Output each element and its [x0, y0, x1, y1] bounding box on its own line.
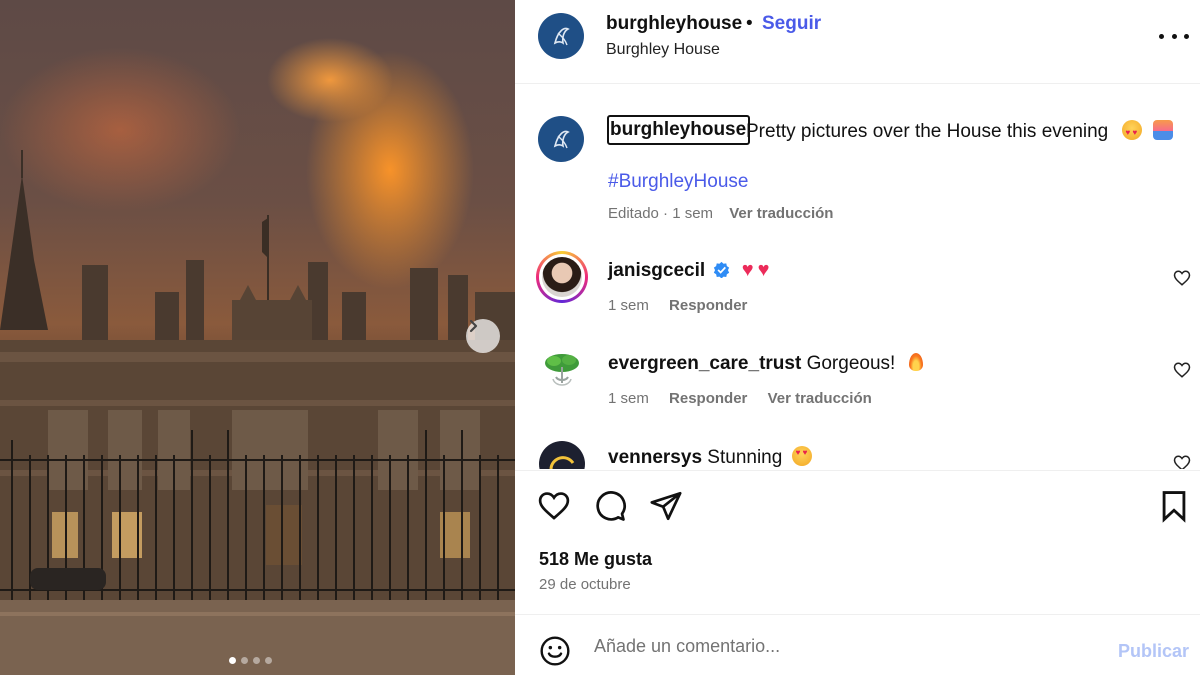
emoji-picker-icon[interactable]	[539, 635, 571, 667]
tree-logo-icon	[545, 354, 579, 386]
likes-count[interactable]: 518 Me gusta	[539, 549, 652, 570]
author-username[interactable]: burghleyhouse	[606, 13, 742, 35]
carousel-indicator	[229, 657, 272, 664]
burghley-logo-icon	[553, 130, 570, 149]
action-bar: 518 Me gusta 29 de octubre	[515, 470, 1200, 615]
author-avatar[interactable]	[538, 13, 584, 59]
fire-emoji-icon	[908, 353, 923, 371]
comment-avatar-ring[interactable]	[536, 251, 588, 303]
post-header: burghleyhouse • Seguir Burghley House	[515, 0, 1200, 84]
caption-username[interactable]: burghleyhouse	[607, 115, 751, 145]
chevron-right-icon	[469, 319, 478, 333]
comment-composer: Publicar	[515, 614, 1200, 675]
post-photo[interactable]	[0, 0, 515, 675]
heart-eyes-emoji-icon	[791, 446, 812, 466]
comment-translate-link[interactable]: Ver traducción	[768, 390, 872, 407]
comment-bubble-icon[interactable]	[593, 489, 627, 523]
comment-username[interactable]: vennersys	[608, 447, 702, 468]
caption-text-wrap: Pretty pictures over the House this even…	[746, 120, 1173, 143]
carousel-dot	[253, 657, 260, 664]
comment-avatar	[542, 257, 582, 297]
comment-like-heart-icon[interactable]	[1173, 361, 1191, 379]
reply-button[interactable]: Responder	[669, 297, 747, 314]
publish-button[interactable]: Publicar	[1118, 641, 1189, 662]
comment-line: evergreen_care_trust Gorgeous!	[608, 353, 923, 375]
heart-emoji-icon: ♥	[757, 259, 770, 281]
comment-input[interactable]	[594, 633, 1094, 659]
caption-translate-link[interactable]: Ver traducción	[729, 205, 833, 222]
share-send-icon[interactable]	[649, 489, 683, 523]
heart-emoji-icon: ♥	[741, 259, 754, 281]
caption-hashtag[interactable]: #BurghleyHouse	[608, 171, 748, 193]
comment-text: Gorgeous!	[806, 353, 896, 374]
vennersys-logo-icon	[549, 456, 575, 469]
post-date: 29 de octubre	[539, 576, 631, 593]
post-side-panel: burghleyhouse • Seguir Burghley House bu…	[515, 0, 1200, 675]
comment-time: 1 sem	[608, 390, 649, 407]
carousel-dot	[241, 657, 248, 664]
comment-line: janisgcecil ♥ ♥	[608, 260, 769, 282]
comment-avatar[interactable]	[539, 441, 585, 469]
comment-avatar[interactable]	[539, 347, 585, 393]
verified-badge-icon	[714, 261, 730, 279]
caption-meta: Editado · 1 sem Ver traducción	[608, 205, 833, 222]
sunrise-emoji-icon	[1152, 120, 1173, 140]
more-options-button[interactable]	[1159, 26, 1189, 46]
carousel-next-button[interactable]	[466, 319, 500, 353]
comment-meta: 1 sem Responder	[608, 297, 763, 314]
more-dot-icon	[1184, 33, 1189, 39]
more-dot-icon	[1171, 33, 1177, 39]
comment-username[interactable]: janisgcecil	[608, 260, 705, 281]
comment-line: vennersys Stunning	[608, 446, 812, 469]
comment-text: Stunning	[707, 447, 783, 468]
carousel-dot	[265, 657, 272, 664]
carousel-dot-active	[229, 657, 236, 664]
header-separator: •	[746, 13, 753, 34]
like-heart-icon[interactable]	[537, 489, 571, 523]
heart-eyes-emoji-icon	[1121, 120, 1142, 143]
reply-button[interactable]: Responder	[669, 390, 747, 407]
comment-username[interactable]: evergreen_care_trust	[608, 353, 801, 374]
caption-text: Pretty pictures over the House this even…	[746, 121, 1109, 142]
save-bookmark-icon[interactable]	[1157, 489, 1191, 523]
comment-like-heart-icon[interactable]	[1173, 454, 1191, 469]
comments-section[interactable]: burghleyhouse Pretty pictures over the H…	[515, 85, 1200, 469]
caption-author-avatar[interactable]	[538, 116, 584, 162]
caption-edited-time: Editado · 1 sem	[608, 205, 714, 222]
follow-button[interactable]: Seguir	[762, 13, 821, 35]
post-location[interactable]: Burghley House	[606, 41, 720, 59]
comment-time: 1 sem	[608, 297, 649, 314]
burghley-logo-icon	[553, 27, 570, 46]
house-silhouette	[0, 150, 515, 675]
comment-like-heart-icon[interactable]	[1173, 269, 1191, 287]
comment-meta: 1 sem Responder Ver traducción	[608, 390, 888, 407]
more-dot-icon	[1159, 33, 1164, 39]
